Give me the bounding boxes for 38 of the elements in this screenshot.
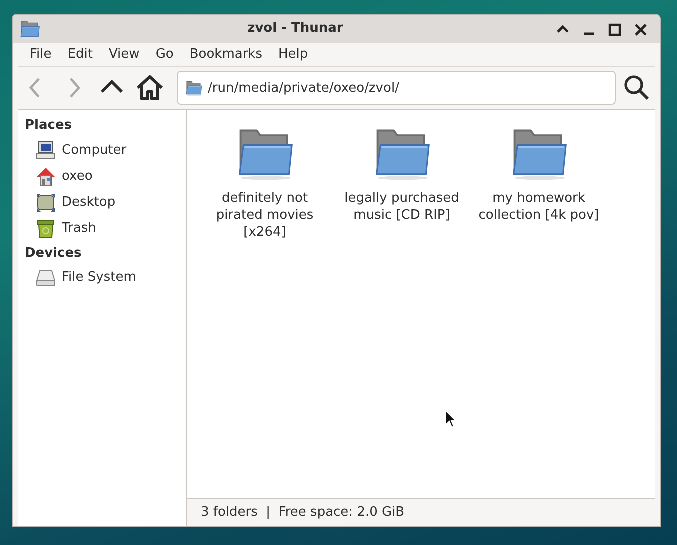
chevron-right-icon	[70, 78, 81, 98]
menu-item[interactable]: Help	[270, 44, 316, 64]
minimize-icon	[584, 32, 594, 36]
folder-item[interactable]: legally purchased music [CD RIP]	[338, 122, 466, 224]
caret-up-icon	[557, 25, 569, 33]
close-icon	[634, 24, 648, 36]
mouse-pointer-icon	[445, 410, 457, 429]
menu-item[interactable]: Bookmarks	[182, 44, 270, 64]
window-title: zvol - Thunar	[246, 20, 344, 38]
section-heading: Places	[24, 117, 74, 135]
sidebar-item[interactable]: Trash	[18, 216, 186, 242]
sidebar-item[interactable]: Computer	[18, 138, 186, 164]
file-name: legally purchased music [CD RIP]	[344, 190, 460, 224]
desktop-icon	[36, 192, 56, 212]
folder-icon	[19, 19, 41, 39]
house-icon	[136, 76, 164, 100]
chevron-left-icon	[29, 78, 40, 98]
drive-icon	[36, 268, 56, 288]
folder-item[interactable]: definitely not pirated movies [x264]	[201, 122, 329, 241]
file-name: definitely not pirated movies [x264]	[215, 190, 315, 241]
house-icon	[36, 166, 56, 186]
trash-icon	[36, 218, 56, 238]
sidebar-item[interactable]: oxeo	[18, 164, 186, 190]
maximize-icon	[608, 24, 622, 36]
search-icon	[624, 76, 650, 100]
location-field[interactable]: /run/media/private/oxeo/zvol/	[177, 71, 616, 105]
file-name: my homework collection [4k pov]	[478, 190, 600, 224]
menu-item[interactable]: File	[22, 44, 60, 64]
folder-item[interactable]: my homework collection [4k pov]	[475, 122, 603, 224]
computer-icon	[36, 140, 56, 160]
sidebar-item[interactable]: File System	[18, 265, 186, 291]
sidebar-item[interactable]: Desktop	[18, 190, 186, 216]
menu-item[interactable]: Edit	[60, 44, 101, 64]
chevron-up-icon	[100, 80, 124, 94]
menu-item[interactable]: View	[100, 44, 148, 64]
section-heading: Devices	[24, 244, 83, 262]
menu-item[interactable]: Go	[148, 44, 182, 64]
status-text: 3 folders | Free space: 2.0 GiB	[201, 504, 405, 522]
